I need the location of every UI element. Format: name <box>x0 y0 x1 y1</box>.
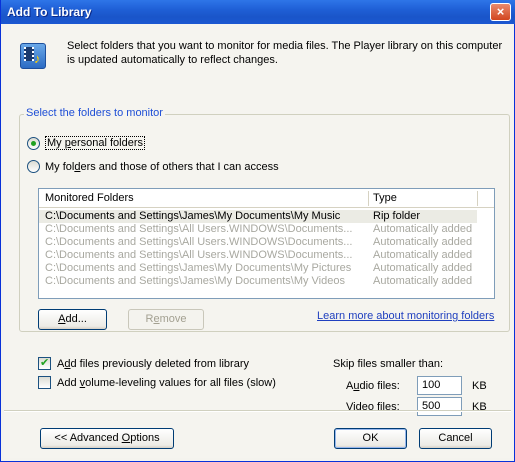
monitored-folders-list[interactable]: Monitored Folders Type C:\Documents and … <box>38 188 495 299</box>
folder-path: C:\Documents and Settings\All Users.WIND… <box>45 223 353 235</box>
close-button[interactable]: × <box>490 3 511 21</box>
column-header-type[interactable]: Type <box>373 192 397 204</box>
folder-type: Automatically added <box>373 249 473 261</box>
folder-path: C:\Documents and Settings\James\My Docum… <box>45 275 345 287</box>
remove-folder-button[interactable]: Remove <box>128 309 204 330</box>
header-description: Select folders that you want to monitor … <box>67 40 503 66</box>
radio-label: My personal folders <box>45 136 146 150</box>
title-bar[interactable]: Add To Library × <box>1 0 515 24</box>
column-separator[interactable] <box>477 191 478 206</box>
checkbox-add-deleted-files[interactable]: Add files previously deleted from librar… <box>38 356 249 370</box>
advanced-options-button[interactable]: << Advanced Options <box>40 428 174 449</box>
checkbox-label: Add volume-leveling values for all files… <box>57 376 276 389</box>
film-strip-icon <box>24 47 34 61</box>
list-row[interactable]: C:\Documents and Settings\All Users.WIND… <box>39 236 477 249</box>
radio-my-personal-folders[interactable]: My personal folders <box>27 136 146 150</box>
column-separator[interactable] <box>368 191 369 206</box>
audio-unit-label: KB <box>472 380 487 392</box>
list-row[interactable]: C:\Documents and Settings\All Users.WIND… <box>39 249 477 262</box>
ok-button[interactable]: OK <box>334 428 407 449</box>
audio-files-label: Audio files: <box>346 380 400 392</box>
add-folder-button[interactable]: Add... <box>38 309 107 330</box>
checkbox-box[interactable] <box>38 356 51 370</box>
cancel-button[interactable]: Cancel <box>419 428 492 449</box>
media-library-icon: ♪ <box>20 43 46 69</box>
folder-type: Automatically added <box>373 262 473 274</box>
folder-path: C:\Documents and Settings\All Users.WIND… <box>45 249 353 261</box>
radio-circle[interactable] <box>27 136 40 150</box>
add-to-library-dialog: Add To Library × ♪ Select folders that y… <box>0 0 515 462</box>
skip-files-label: Skip files smaller than: <box>333 358 444 370</box>
folder-type: Rip folder <box>373 210 421 222</box>
learn-more-link[interactable]: Learn more about monitoring folders <box>317 310 494 322</box>
video-size-input[interactable]: 500 <box>417 397 462 416</box>
list-row[interactable]: C:\Documents and Settings\James\My Docum… <box>39 262 477 275</box>
music-note-icon: ♪ <box>34 51 41 66</box>
radio-label: My folders and those of others that I ca… <box>45 160 279 173</box>
checkbox-box[interactable] <box>38 376 51 389</box>
checkbox-label: Add files previously deleted from librar… <box>57 357 249 370</box>
checkbox-volume-leveling[interactable]: Add volume-leveling values for all files… <box>38 376 276 389</box>
audio-size-input[interactable]: 100 <box>417 376 462 395</box>
list-header: Monitored Folders Type <box>39 189 494 208</box>
folder-path: C:\Documents and Settings\All Users.WIND… <box>45 236 353 248</box>
folder-path: C:\Documents and Settings\James\My Docum… <box>45 262 352 274</box>
dialog-body: ♪ Select folders that you want to monito… <box>4 24 511 458</box>
window-title: Add To Library <box>7 5 92 19</box>
folder-type: Automatically added <box>373 223 473 235</box>
footer-divider <box>4 410 511 412</box>
folder-type: Automatically added <box>373 236 473 248</box>
list-row[interactable]: C:\Documents and Settings\James\My Docum… <box>39 210 477 223</box>
group-legend: Select the folders to monitor <box>24 107 165 119</box>
column-header-folders[interactable]: Monitored Folders <box>45 192 134 204</box>
folder-type: Automatically added <box>373 275 473 287</box>
list-row[interactable]: C:\Documents and Settings\All Users.WIND… <box>39 223 477 236</box>
radio-folders-of-others[interactable]: My folders and those of others that I ca… <box>27 160 279 173</box>
list-row[interactable]: C:\Documents and Settings\James\My Docum… <box>39 275 477 288</box>
folder-path: C:\Documents and Settings\James\My Docum… <box>45 210 341 222</box>
radio-circle[interactable] <box>27 160 40 173</box>
